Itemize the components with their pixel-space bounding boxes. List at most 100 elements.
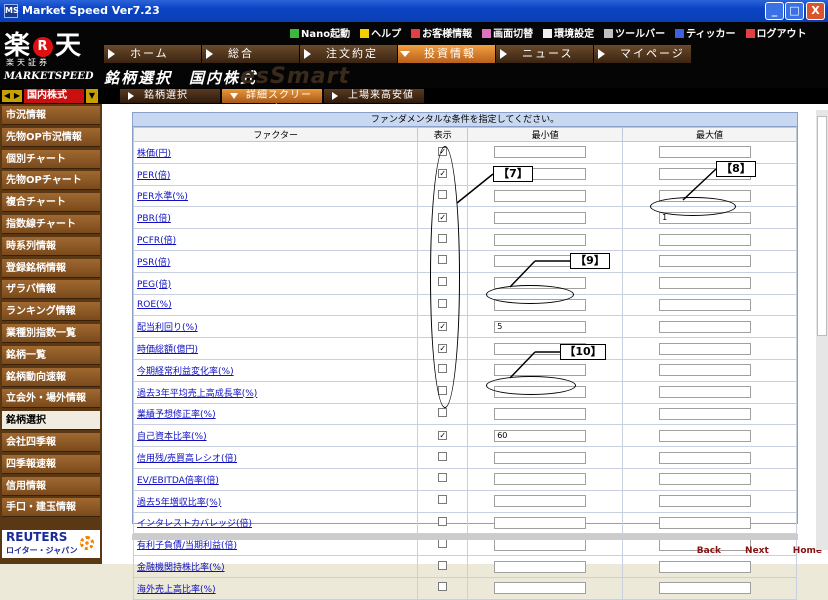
min-input[interactable]: [494, 473, 587, 486]
factor-link[interactable]: PER水準(%): [137, 192, 188, 202]
min-input[interactable]: [494, 516, 587, 529]
sidebar-item[interactable]: 会社四季報: [2, 433, 100, 452]
sidebar-item[interactable]: 銘柄動向速報: [2, 367, 100, 387]
nav-tab-3[interactable]: 投資情報: [398, 45, 495, 63]
max-input[interactable]: [659, 342, 752, 355]
min-input[interactable]: [494, 233, 587, 246]
market-selector[interactable]: ◀ ▶ 国内株式 ▼: [0, 88, 102, 104]
factor-link[interactable]: 時価総額(億円): [137, 345, 198, 355]
max-input[interactable]: [659, 233, 752, 246]
min-input[interactable]: [494, 146, 587, 159]
sidebar-item[interactable]: 四季報速報: [2, 454, 100, 474]
sub-tab-1[interactable]: 詳細スクリーニング: [222, 89, 322, 115]
display-checkbox[interactable]: [438, 560, 448, 570]
vertical-scrollbar[interactable]: [816, 110, 828, 550]
max-input[interactable]: [659, 277, 752, 290]
factor-link[interactable]: PER(倍): [137, 171, 170, 181]
factor-link[interactable]: 有利子負債/当期利益(倍): [137, 541, 237, 551]
min-input[interactable]: 5: [494, 320, 587, 333]
display-checkbox[interactable]: [438, 582, 448, 592]
nav-tab-5[interactable]: マイページ: [594, 45, 691, 63]
reuters-logo[interactable]: REUTERS ロイター・ジャパン: [2, 530, 100, 558]
sidebar-item[interactable]: 手口・建玉情報: [2, 498, 100, 518]
display-checkbox[interactable]: [438, 495, 448, 505]
nav-tab-2[interactable]: 注文約定: [300, 45, 397, 63]
factor-link[interactable]: 今期経常利益変化率(%): [137, 367, 234, 377]
max-input[interactable]: [659, 298, 752, 311]
scrollbar-thumb[interactable]: [817, 116, 827, 336]
sub-tab-2[interactable]: 上場来高安値: [324, 89, 424, 103]
chevron-down-icon[interactable]: ▼: [86, 89, 98, 103]
max-input[interactable]: [659, 429, 752, 442]
min-input[interactable]: 60: [494, 429, 587, 442]
user-link[interactable]: お客様情報: [411, 25, 472, 41]
display-checkbox[interactable]: [438, 538, 448, 548]
factor-link[interactable]: 金融機関持株比率(%): [137, 563, 225, 573]
maximize-button[interactable]: □: [785, 2, 804, 20]
max-input[interactable]: [659, 255, 752, 268]
max-input[interactable]: [659, 451, 752, 464]
min-input[interactable]: [494, 538, 587, 551]
display-checkbox[interactable]: [438, 451, 448, 461]
nano-link[interactable]: Nano起動: [290, 25, 350, 41]
factor-link[interactable]: PSR(倍): [137, 258, 170, 268]
factor-link[interactable]: 業績予想修正率(%): [137, 410, 216, 420]
max-input[interactable]: [659, 516, 752, 529]
sidebar-item[interactable]: 複合チャート: [2, 193, 100, 213]
display-checkbox[interactable]: ✓: [438, 430, 448, 440]
min-input[interactable]: [494, 495, 587, 508]
switch-link[interactable]: 画面切替: [482, 25, 533, 41]
factor-link[interactable]: EV/EBITDA倍率(倍): [137, 476, 219, 486]
factor-link[interactable]: PEG(倍): [137, 280, 171, 290]
factor-link[interactable]: 過去3年平均売上高成長率(%): [137, 389, 257, 399]
factor-link[interactable]: ROE(%): [137, 300, 172, 310]
sidebar-item[interactable]: 個別チャート: [2, 149, 100, 169]
factor-link[interactable]: PBR(倍): [137, 214, 171, 224]
close-button[interactable]: X: [806, 2, 825, 20]
sidebar-item[interactable]: 時系列情報: [2, 236, 100, 256]
display-checkbox[interactable]: [438, 407, 448, 417]
next-arrow-icon[interactable]: ▶: [12, 90, 22, 102]
max-input[interactable]: [659, 473, 752, 486]
sidebar-item[interactable]: 信用情報: [2, 476, 100, 496]
factor-link[interactable]: インタレストカバレッジ(倍): [137, 519, 252, 529]
min-input[interactable]: [494, 189, 587, 202]
logout-link[interactable]: ログアウト: [745, 25, 807, 41]
factor-link[interactable]: 配当利回り(%): [137, 323, 198, 333]
sidebar-item[interactable]: 先物OPチャート: [2, 171, 100, 191]
max-input[interactable]: [659, 386, 752, 399]
sub-tab-0[interactable]: 銘柄選択: [120, 89, 220, 103]
factor-link[interactable]: 自己資本比率(%): [137, 432, 207, 442]
footer-back-link[interactable]: Back: [697, 546, 721, 556]
sidebar-item[interactable]: 市況情報: [2, 106, 100, 125]
ticker-link[interactable]: ティッカー: [675, 25, 736, 41]
display-checkbox[interactable]: [438, 516, 448, 526]
min-input[interactable]: [494, 582, 587, 595]
sidebar-item[interactable]: 銘柄選択: [2, 411, 100, 431]
nav-tab-0[interactable]: ホーム: [104, 45, 201, 63]
footer-next-link[interactable]: Next: [745, 546, 769, 556]
nav-tab-1[interactable]: 総合: [202, 45, 299, 63]
prev-arrow-icon[interactable]: ◀: [2, 90, 12, 102]
toolbar-link[interactable]: ツールバー: [604, 25, 665, 41]
nav-tab-4[interactable]: ニュース: [496, 45, 593, 63]
sidebar-item[interactable]: ランキング情報: [2, 302, 100, 322]
minimize-button[interactable]: _: [765, 2, 784, 20]
factor-link[interactable]: 海外売上高比率(%): [137, 585, 216, 595]
sidebar-item[interactable]: 先物OP市況情報: [2, 127, 100, 147]
min-input[interactable]: [494, 364, 587, 377]
min-input[interactable]: [494, 560, 587, 573]
sidebar-item[interactable]: 立会外・場外情報: [2, 389, 100, 409]
max-input[interactable]: [659, 364, 752, 377]
max-input[interactable]: [659, 495, 752, 508]
factor-link[interactable]: 株価(円): [137, 149, 171, 159]
sidebar-item[interactable]: 銘柄一覧: [2, 345, 100, 365]
min-input[interactable]: [494, 211, 587, 224]
sidebar-item[interactable]: 指数線チャート: [2, 215, 100, 234]
settings-link[interactable]: 環境設定: [543, 25, 594, 41]
factor-link[interactable]: 信用残/売買高レシオ(倍): [137, 454, 237, 464]
factor-link[interactable]: PCFR(倍): [137, 236, 176, 246]
sidebar-item[interactable]: ザラバ情報: [2, 280, 100, 300]
max-input[interactable]: [659, 407, 752, 420]
min-input[interactable]: [494, 407, 587, 420]
